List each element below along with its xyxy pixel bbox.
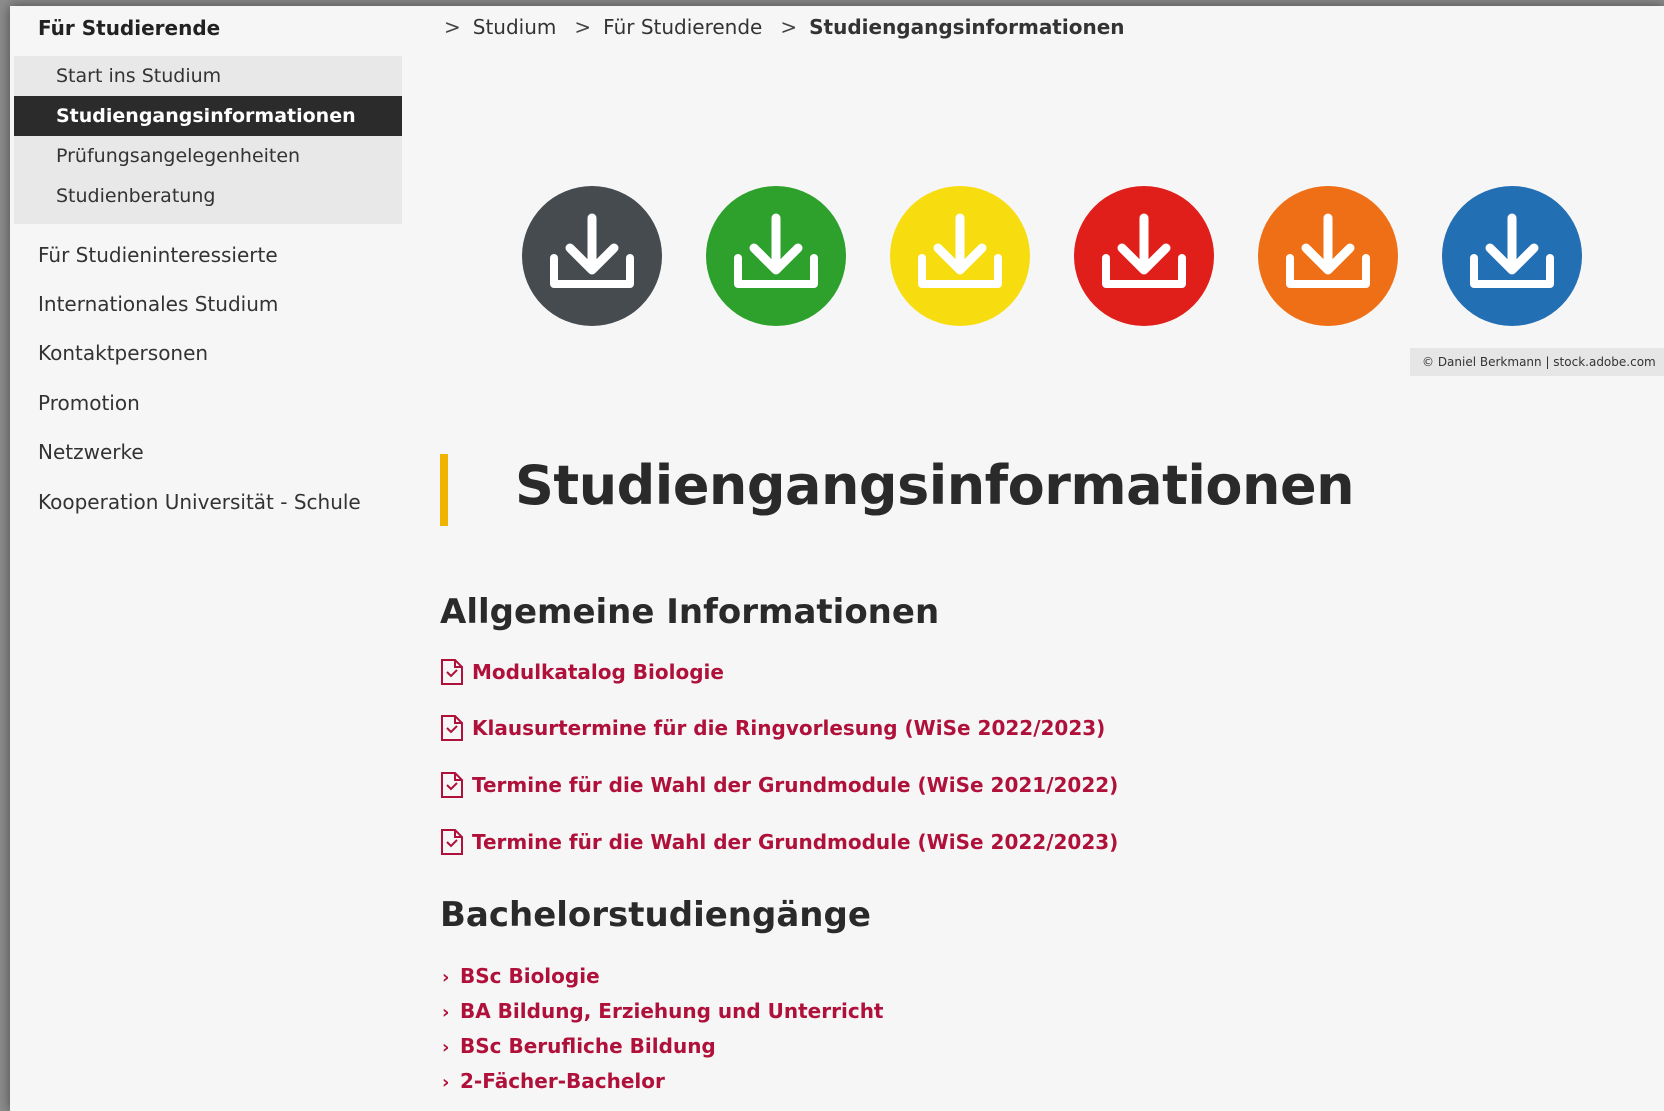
- chevron-right-icon: ›: [442, 967, 450, 988]
- pdf-download-icon: [441, 659, 463, 685]
- page-title: Studiengangsinformationen: [515, 454, 1355, 517]
- pdf-download-icon: [441, 772, 463, 798]
- chevron-right-icon: ›: [442, 1002, 450, 1023]
- doc-link-label: Klausurtermine für die Ringvorlesung (Wi…: [472, 716, 1106, 740]
- bachelor-link-label: BSc Biologie: [460, 964, 600, 988]
- breadcrumb-item-fuer-studierende[interactable]: Für Studierende: [603, 15, 762, 39]
- pdf-download-icon: [441, 829, 463, 855]
- sidebar-item-studieninteressierte[interactable]: Für Studieninteressierte: [38, 243, 278, 267]
- subnav-item-start-ins-studium[interactable]: Start ins Studium: [14, 56, 402, 96]
- sidebar-item-kooperation[interactable]: Kooperation Universität - Schule: [38, 490, 361, 514]
- download-icon: [1258, 186, 1398, 326]
- sidebar-section-title[interactable]: Für Studierende: [38, 16, 220, 40]
- bachelor-link-label: BSc Berufliche Bildung: [460, 1034, 716, 1058]
- breadcrumb-item-studium[interactable]: Studium: [473, 15, 557, 39]
- breadcrumb: > Studium > Für Studierende > Studiengangsinf…: [444, 15, 1143, 39]
- sidebar-subnav: Start ins Studium Studiengangsinformatio…: [14, 56, 402, 224]
- chevron-right-icon: ›: [442, 1072, 450, 1093]
- breadcrumb-separator: >: [444, 15, 461, 39]
- subnav-item-studienberatung[interactable]: Studienberatung: [14, 176, 402, 216]
- browser-window: Für Studierende Start ins Studium Studie…: [10, 6, 1664, 1111]
- title-accent-bar: [440, 454, 448, 526]
- breadcrumb-item-current: Studiengangsinformationen: [809, 15, 1125, 39]
- sidebar-item-internationales-studium[interactable]: Internationales Studium: [38, 292, 278, 316]
- chevron-right-icon: ›: [442, 1037, 450, 1058]
- bachelor-link-label: 2-Fächer-Bachelor: [460, 1069, 665, 1093]
- breadcrumb-separator: >: [780, 15, 798, 39]
- doc-link-label: Termine für die Wahl der Grundmodule (Wi…: [472, 830, 1119, 854]
- subnav-item-studiengangsinformationen[interactable]: Studiengangsinformationen: [14, 96, 402, 136]
- download-icon: [1442, 186, 1582, 326]
- section-heading-bachelor: Bachelorstudiengänge: [440, 895, 871, 935]
- download-icon: [1074, 186, 1214, 326]
- download-icon: [706, 186, 846, 326]
- bachelor-link-bsc-biologie[interactable]: › BSc Biologie: [442, 964, 600, 988]
- sidebar-item-netzwerke[interactable]: Netzwerke: [38, 440, 144, 464]
- pdf-download-icon: [441, 715, 463, 741]
- doc-link-label: Modulkatalog Biologie: [472, 660, 724, 684]
- image-credit: © Daniel Berkmann | stock.adobe.com: [1410, 348, 1664, 376]
- bachelor-link-bsc-berufliche-bildung[interactable]: › BSc Berufliche Bildung: [442, 1034, 716, 1058]
- download-icon: [522, 186, 662, 326]
- bachelor-link-ba-bildung[interactable]: › BA Bildung, Erziehung und Unterricht: [442, 999, 884, 1023]
- doc-link-label: Termine für die Wahl der Grundmodule (Wi…: [472, 773, 1119, 797]
- subnav-item-pruefungsangelegenheiten[interactable]: Prüfungsangelegenheiten: [14, 136, 402, 176]
- sidebar-item-kontaktpersonen[interactable]: Kontaktpersonen: [38, 341, 208, 365]
- breadcrumb-separator: >: [574, 15, 592, 39]
- bachelor-link-2-faecher[interactable]: › 2-Fächer-Bachelor: [442, 1069, 665, 1093]
- section-heading-general: Allgemeine Informationen: [440, 592, 940, 632]
- download-icon: [890, 186, 1030, 326]
- bachelor-link-label: BA Bildung, Erziehung und Unterricht: [460, 999, 884, 1023]
- sidebar-item-promotion[interactable]: Promotion: [38, 391, 140, 415]
